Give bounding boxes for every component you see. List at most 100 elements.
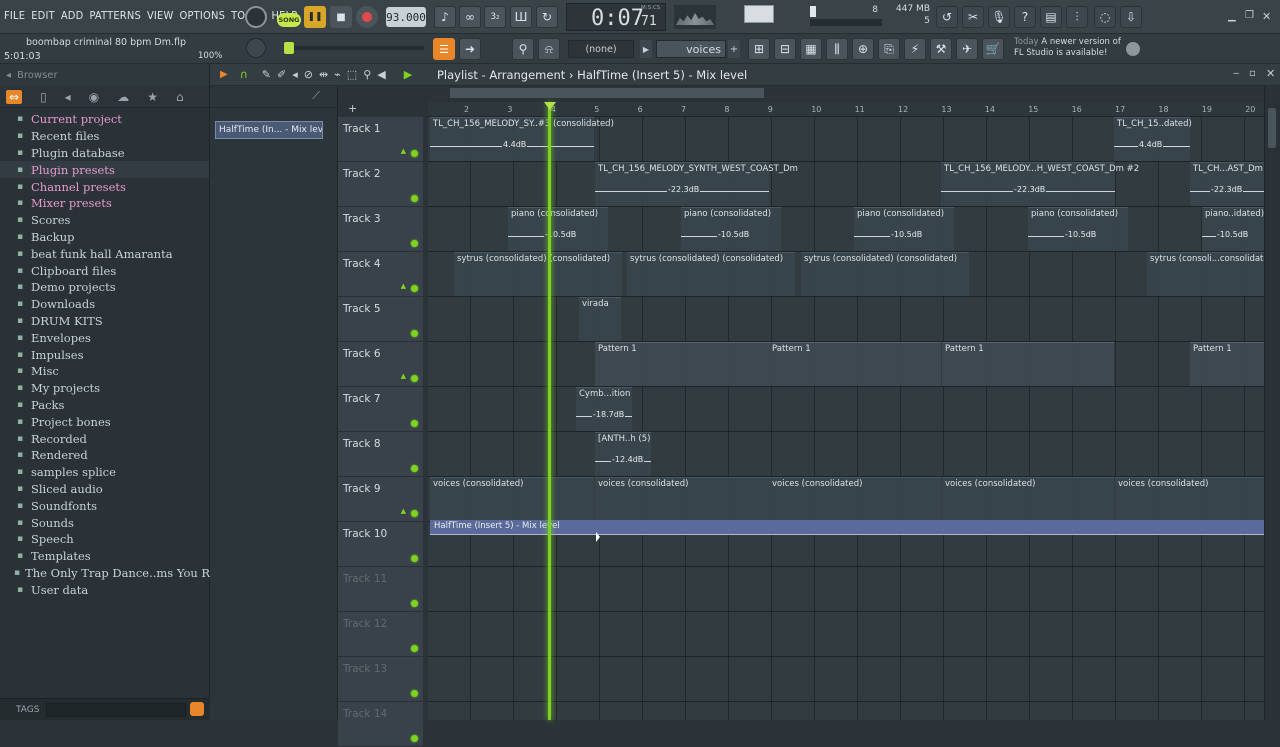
song-mode-toggle[interactable]: SONG — [277, 13, 301, 27]
master-volume-knob[interactable] — [245, 6, 267, 28]
browser-menu-icon[interactable]: ◂ — [6, 70, 11, 81]
browser-item[interactable]: ▪ Downloads — [0, 296, 209, 313]
track-header[interactable]: Track 9 ▲ — [338, 477, 423, 522]
stop-button[interactable]: ■ — [330, 6, 352, 28]
pitch-slider[interactable] — [284, 42, 424, 54]
paint-tool-icon[interactable]: ✐ — [277, 68, 286, 81]
clip-piano-4[interactable]: piano (consolidated) -10.5dB — [1028, 207, 1128, 251]
clip-voices-5[interactable]: voices (consolidated) — [1115, 477, 1264, 521]
vertical-scrollbar[interactable] — [1264, 86, 1280, 720]
clip-synth-2[interactable]: TL_CH_156_MELODY...H_WEST_COAST_Dm #2 -2… — [941, 162, 1139, 206]
browser-samples-icon[interactable]: ◉ — [89, 90, 99, 104]
pattern-play-button[interactable]: ▶ — [640, 40, 652, 58]
stamp-button[interactable]: ⍾ — [538, 38, 560, 60]
clip-pattern-2[interactable]: Pattern 1 — [769, 342, 941, 386]
playlist-play-icon[interactable]: ▶ — [220, 69, 228, 80]
cut-button[interactable]: ✂ — [962, 6, 984, 28]
clip-voices-1[interactable]: voices (consolidated) — [430, 477, 594, 521]
track-expand-icon[interactable]: ▲ — [401, 372, 406, 380]
browser-tag-icon[interactable]: ⌂ — [176, 90, 184, 104]
browser-item[interactable]: ▪ DRUM KITS — [0, 313, 209, 330]
browser-item[interactable]: ▪ User data — [0, 581, 209, 598]
channel-rack-button[interactable]: ▦ — [800, 38, 822, 60]
tempo-knob[interactable] — [246, 38, 266, 58]
track-header[interactable]: Track 12 — [338, 612, 423, 657]
menu-patterns[interactable]: PATTERNS — [89, 9, 140, 22]
clip-virada[interactable]: virada — [579, 297, 621, 341]
browser-all-icon[interactable]: ⇔ — [6, 89, 23, 104]
track-header[interactable]: Track 1 ▲ — [338, 117, 423, 162]
browser-cloud-icon[interactable]: ☁ — [117, 90, 129, 104]
menu-add[interactable]: ADD — [61, 9, 84, 22]
track-expand-icon[interactable]: ▲ — [401, 507, 406, 515]
mixer-button[interactable]: ⫶ — [1066, 6, 1088, 28]
track-expand-icon[interactable]: ▲ — [401, 282, 406, 290]
browser-item[interactable]: ▪ Rendered — [0, 447, 209, 464]
browser-item[interactable]: ▪ Channel presets — [0, 178, 209, 195]
restore-button[interactable]: ❐ — [1245, 10, 1257, 22]
menu-file[interactable]: FILE — [4, 9, 25, 22]
track-enable-led[interactable] — [411, 375, 418, 382]
browser-toggle-button[interactable]: ⊕ — [852, 38, 874, 60]
draw-icon[interactable]: ⟋ — [312, 89, 320, 103]
clip-synth-1[interactable]: TL_CH_156_MELODY_SYNTH_WEST_COAST_Dm -22… — [595, 162, 798, 206]
playlist-overview[interactable] — [428, 86, 1264, 102]
shop-button[interactable]: 🛒 — [982, 38, 1004, 60]
track-header[interactable]: Track 14 — [338, 702, 423, 747]
track-enable-led[interactable] — [411, 690, 418, 697]
pencil-tool-icon[interactable]: ✎ — [262, 68, 271, 81]
clip-piano-3[interactable]: piano (consolidated) -10.5dB — [854, 207, 954, 251]
clipboard-button[interactable]: ⎘ — [878, 38, 900, 60]
clip-melody-2[interactable]: TL_CH_15..dated) 4.4dB — [1114, 117, 1192, 161]
browser-item[interactable]: ▪ samples splice — [0, 464, 209, 481]
track-enable-led[interactable] — [411, 645, 418, 652]
clip-piano-1[interactable]: piano (consolidated) -10.5dB — [508, 207, 608, 251]
browser-item[interactable]: ▪ Soundfonts — [0, 497, 209, 514]
clip-voices-4[interactable]: voices (consolidated) — [942, 477, 1114, 521]
playhead-marker[interactable] — [544, 102, 556, 110]
track-header[interactable]: Track 13 — [338, 657, 423, 702]
help-button[interactable]: ? — [1014, 6, 1036, 28]
mixer-view-button[interactable]: ⫼ — [826, 38, 848, 60]
news-panel[interactable]: Today A newer version of FL Studio is av… — [1014, 37, 1122, 63]
playlist-grid[interactable]: TL_CH_156_MELODY_SY..#3 (consolidated) 4… — [428, 117, 1277, 720]
clip-pattern-3[interactable]: Pattern 1 — [942, 342, 1114, 386]
clip-pattern-4[interactable]: Pattern 1 — [1190, 342, 1264, 386]
playlist-close-button[interactable]: ✕ — [1266, 67, 1275, 80]
add-pattern-button[interactable]: + — [728, 40, 740, 58]
wait-input-button[interactable]: ∞ — [459, 6, 481, 28]
clip-melody-1[interactable]: TL_CH_156_MELODY_SY..#3 (consolidated) 4… — [430, 117, 614, 161]
tempo-display[interactable]: 93.000 — [386, 7, 426, 27]
step-edit-button[interactable]: Ш — [510, 6, 532, 28]
menu-edit[interactable]: EDIT — [31, 9, 55, 22]
playlist-min-button[interactable]: ‒ — [1233, 68, 1239, 79]
track-header[interactable]: Track 5 — [338, 297, 423, 342]
clip-voices-3[interactable]: voices (consolidated) — [769, 477, 941, 521]
time-display[interactable]: 0:07 71 M:S:CS — [566, 3, 666, 31]
browser-item[interactable]: ▪ Envelopes — [0, 329, 209, 346]
browser-item[interactable]: ▪ Speech — [0, 531, 209, 548]
download-button[interactable]: ⇩ — [1120, 6, 1142, 28]
browser-item[interactable]: ▪ Sounds — [0, 514, 209, 531]
selected-clip-item[interactable]: HalfTime (In... - Mix level — [215, 121, 323, 139]
playhead[interactable] — [548, 102, 551, 720]
clip-anth[interactable]: [ANTH..h (5) -12.4dB — [595, 432, 651, 476]
pattern-selector-none[interactable]: (none) — [568, 40, 634, 58]
browser-item[interactable]: ▪ The Only Trap Dance..ms You Raelly Need — [0, 565, 273, 582]
slice-tool-icon[interactable]: ⌁ — [334, 68, 341, 81]
playback-tool-icon[interactable]: ◀ — [377, 68, 385, 81]
browser-item[interactable]: ▪ Demo projects — [0, 279, 209, 296]
clip-pattern-1[interactable]: Pattern 1 — [595, 342, 769, 386]
track-header[interactable]: Track 8 — [338, 432, 423, 477]
clip-sytrus-1[interactable]: sytrus (consolidated) (consolidated) — [454, 252, 622, 296]
track-enable-led[interactable] — [411, 600, 418, 607]
magnet-icon[interactable]: ∩ — [240, 68, 248, 81]
track-header[interactable]: Track 7 — [338, 387, 423, 432]
track-header[interactable]: Track 11 — [338, 567, 423, 612]
browser-item[interactable]: ▪ Templates — [0, 548, 209, 565]
browser-item[interactable]: ▪ Misc — [0, 363, 209, 380]
mic-button[interactable]: 🎙 — [988, 6, 1010, 28]
minimize-button[interactable]: ▁ — [1228, 11, 1240, 23]
add-track-button[interactable]: + — [348, 102, 357, 115]
playlist-max-button[interactable]: ▫ — [1249, 68, 1256, 79]
